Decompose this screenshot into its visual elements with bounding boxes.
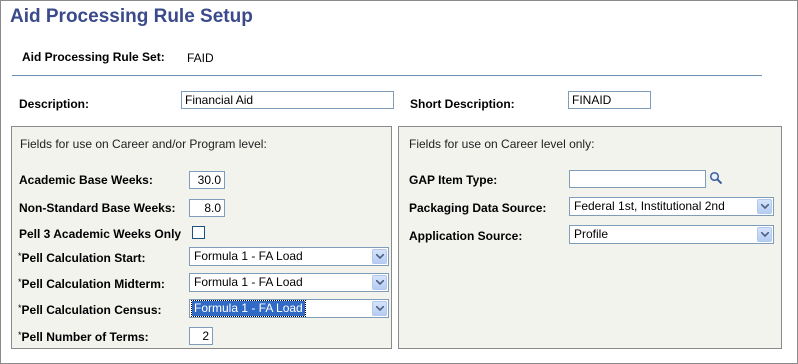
short-description-label: Short Description: xyxy=(410,97,515,111)
short-description-input[interactable]: FINAID xyxy=(568,91,651,109)
non-standard-base-weeks-input[interactable]: 8.0 xyxy=(189,199,225,217)
pell-start-label: *Pell Calculation Start: xyxy=(18,251,146,265)
chevron-down-icon[interactable] xyxy=(757,227,772,242)
gap-item-type-input[interactable] xyxy=(569,170,706,188)
packaging-source-label: Packaging Data Source: xyxy=(409,201,547,215)
academic-base-weeks-input[interactable]: 30.0 xyxy=(189,171,225,189)
chevron-down-icon[interactable] xyxy=(372,249,387,264)
pell3-label: Pell 3 Academic Weeks Only xyxy=(19,227,182,241)
application-source-label: Application Source: xyxy=(409,229,523,243)
application-source-select[interactable]: Profile xyxy=(569,225,774,244)
rule-set-label: Aid Processing Rule Set: xyxy=(22,50,165,64)
description-input[interactable]: Financial Aid xyxy=(181,91,394,109)
pell-terms-label: *Pell Number of Terms: xyxy=(18,330,149,344)
search-icon[interactable] xyxy=(709,171,723,185)
pell-midterm-label: *Pell Calculation Midterm: xyxy=(18,277,165,291)
pell-midterm-select[interactable]: Formula 1 - FA Load xyxy=(189,273,389,292)
pell-census-select[interactable]: Formula 1 - FA Load xyxy=(189,299,389,318)
pell-start-value: Formula 1 - FA Load xyxy=(194,249,303,263)
pell-start-select[interactable]: Formula 1 - FA Load xyxy=(189,247,389,266)
career-program-group-title: Fields for use on Career and/or Program … xyxy=(20,137,267,151)
career-program-group: Fields for use on Career and/or Program … xyxy=(11,126,392,349)
pell-terms-input[interactable]: 2 xyxy=(189,327,213,345)
academic-base-weeks-label: Academic Base Weeks: xyxy=(19,173,153,187)
chevron-down-icon[interactable] xyxy=(757,199,772,214)
chevron-down-icon[interactable] xyxy=(372,301,387,316)
pell3-checkbox[interactable] xyxy=(192,226,205,239)
page-title: Aid Processing Rule Setup xyxy=(10,6,253,27)
pell-census-value: Formula 1 - FA Load xyxy=(191,300,306,317)
gap-item-type-label: GAP Item Type: xyxy=(409,173,498,187)
header-divider xyxy=(12,75,762,76)
description-label: Description: xyxy=(19,97,90,111)
pell-midterm-value: Formula 1 - FA Load xyxy=(194,275,303,289)
career-level-group: Fields for use on Career level only: GAP… xyxy=(398,126,782,349)
career-level-group-title: Fields for use on Career level only: xyxy=(409,137,595,151)
application-source-value: Profile xyxy=(574,227,609,241)
non-standard-base-weeks-label: Non-Standard Base Weeks: xyxy=(19,201,176,215)
rule-set-value: FAID xyxy=(187,51,214,65)
packaging-source-select[interactable]: Federal 1st, Institutional 2nd xyxy=(569,197,774,216)
pell-census-label: *Pell Calculation Census: xyxy=(18,303,162,317)
chevron-down-icon[interactable] xyxy=(372,275,387,290)
packaging-source-value: Federal 1st, Institutional 2nd xyxy=(574,199,725,213)
